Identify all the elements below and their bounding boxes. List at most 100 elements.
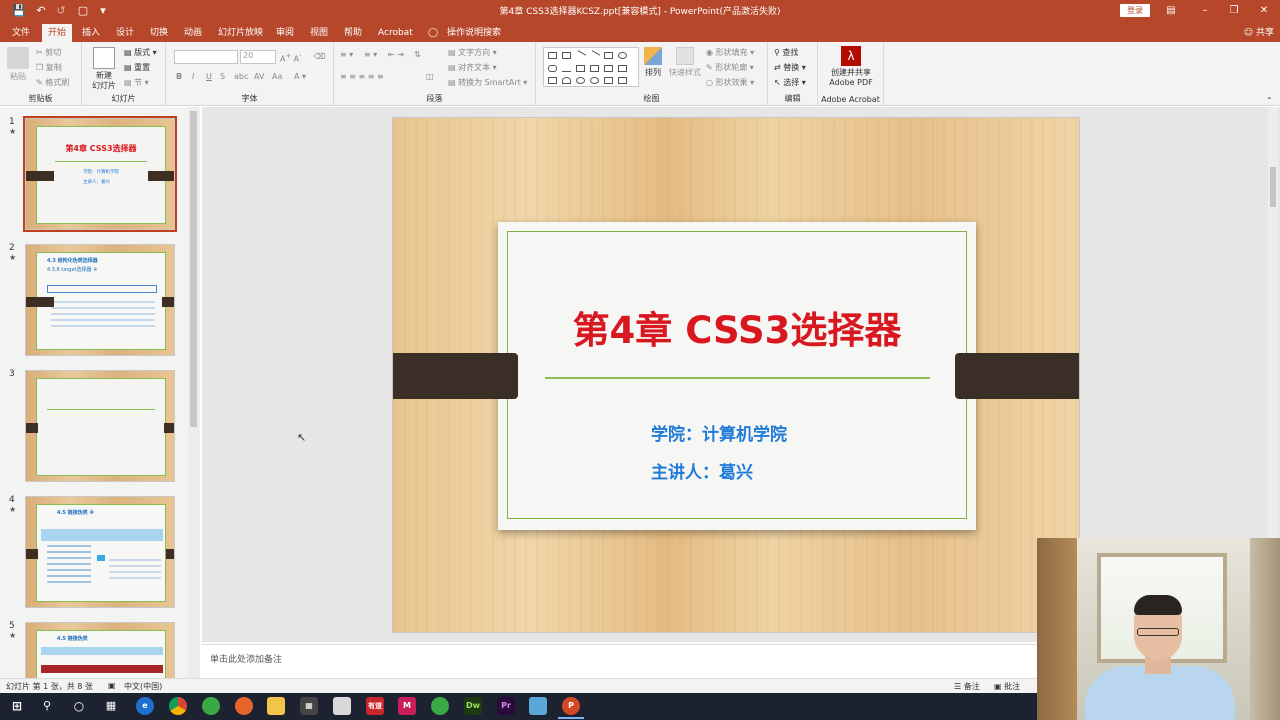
- find-button[interactable]: ⚲ 查找: [774, 47, 798, 58]
- cut-button[interactable]: ✂ 剪切: [36, 47, 61, 58]
- shape-down-arrow[interactable]: [618, 65, 627, 72]
- task-view-icon[interactable]: ▦: [102, 697, 120, 715]
- underline-button[interactable]: U: [206, 72, 212, 81]
- premiere-icon[interactable]: Pr: [497, 697, 515, 715]
- tab-slideshow[interactable]: 幻灯片放映: [212, 24, 269, 42]
- shape-effects-button[interactable]: ○ 形状效果 ▾: [706, 77, 754, 88]
- shape-triangle[interactable]: [562, 65, 571, 72]
- tab-design[interactable]: 设计: [110, 24, 140, 42]
- slide-college[interactable]: 学院：计算机学院: [651, 420, 787, 445]
- shape-more[interactable]: [618, 77, 627, 84]
- font-color-button[interactable]: A ▾: [294, 72, 306, 81]
- change-case-button[interactable]: Aa: [272, 72, 282, 81]
- tab-home[interactable]: 开始: [42, 24, 73, 42]
- collapse-ribbon-icon[interactable]: ⌃: [1266, 96, 1273, 105]
- new-slide-button[interactable]: 新建 幻灯片: [88, 47, 120, 91]
- slide-thumbnail-1[interactable]: 第4章 CSS3选择器 学院：计算机学院 主讲人：葛兴: [23, 116, 177, 232]
- youdao-icon[interactable]: 有道: [366, 697, 384, 715]
- current-slide[interactable]: 第4章 CSS3选择器 学院：计算机学院 主讲人：葛兴: [392, 117, 1080, 633]
- tell-me-search[interactable]: ◯ 操作说明搜索: [428, 24, 501, 42]
- bold-button[interactable]: B: [176, 72, 182, 81]
- shape-right-arrow[interactable]: [604, 65, 613, 72]
- cortana-icon[interactable]: ○: [70, 697, 88, 715]
- tab-view[interactable]: 视图: [304, 24, 334, 42]
- shape-oval[interactable]: [618, 52, 627, 59]
- shape-rectangle[interactable]: [604, 52, 613, 59]
- tab-transitions[interactable]: 切换: [144, 24, 174, 42]
- scrollbar-thumb[interactable]: [190, 111, 197, 427]
- tab-review[interactable]: 审阅: [270, 24, 300, 42]
- tab-insert[interactable]: 插入: [76, 24, 106, 42]
- shape-brace[interactable]: [604, 77, 613, 84]
- numbering-icon[interactable]: ≡ ▾: [364, 50, 377, 59]
- align-buttons[interactable]: ≡ ≡ ≡ ≡ ≡: [340, 72, 384, 81]
- shadow-button[interactable]: S: [220, 72, 225, 81]
- slide-thumbnail-4[interactable]: 4.5 链接伪类 ※: [25, 496, 175, 608]
- slide-title[interactable]: 第4章 CSS3选择器: [498, 300, 976, 354]
- shape-rounded-rect[interactable]: [548, 65, 557, 72]
- smartart-button[interactable]: ▤ 转换为 SmartArt ▾: [448, 77, 527, 88]
- restore-icon[interactable]: ❐: [1222, 2, 1246, 20]
- quick-styles-button[interactable]: 快速样式: [668, 47, 702, 78]
- line-spacing-icon[interactable]: ⇅: [414, 50, 421, 59]
- slide-thumbnail-3[interactable]: [25, 370, 175, 482]
- create-share-pdf-button[interactable]: λ 创建并共享 Adobe PDF: [822, 46, 880, 88]
- grow-font-button[interactable]: A+ A-: [280, 52, 301, 64]
- 360-browser-icon[interactable]: [202, 697, 220, 715]
- clear-formatting-icon[interactable]: ⌫: [314, 52, 325, 61]
- bullets-icon[interactable]: ≡ ▾: [340, 50, 353, 59]
- main-scrollbar-thumb[interactable]: [1270, 167, 1276, 207]
- format-painter-button[interactable]: ✎ 格式刷: [36, 77, 69, 88]
- search-icon[interactable]: ⚲: [38, 697, 56, 715]
- login-button[interactable]: 登录: [1120, 4, 1150, 17]
- tab-animations[interactable]: 动画: [178, 24, 208, 42]
- strikethrough-button[interactable]: abc: [234, 72, 248, 81]
- shape-arrow[interactable]: [588, 50, 601, 61]
- slide-lecturer[interactable]: 主讲人：葛兴: [651, 458, 753, 483]
- shape-arc[interactable]: [562, 77, 571, 84]
- close-icon[interactable]: ✕: [1252, 2, 1276, 20]
- firefox-icon[interactable]: [235, 697, 253, 715]
- shape-curve[interactable]: [576, 77, 585, 84]
- font-size-combo[interactable]: 20: [240, 50, 276, 64]
- shapes-gallery[interactable]: [543, 47, 639, 87]
- notes-toggle[interactable]: ☰ 备注: [954, 681, 980, 692]
- windows-start-icon[interactable]: ⊞: [8, 697, 26, 715]
- replace-button[interactable]: ⇄ 替换 ▾: [774, 62, 806, 73]
- green-app-icon[interactable]: [431, 697, 449, 715]
- tab-help[interactable]: 帮助: [338, 24, 368, 42]
- shape-textbox[interactable]: [548, 52, 557, 59]
- shape-star[interactable]: [548, 77, 557, 84]
- slide-thumbnail-5[interactable]: 4.5 链接伪类: [25, 622, 175, 678]
- select-button[interactable]: ↖ 选择 ▾: [774, 77, 806, 88]
- layout-button[interactable]: ▤ 版式 ▾: [124, 47, 157, 58]
- shape-elbow-arrow[interactable]: [590, 65, 599, 72]
- comments-toggle[interactable]: ▣ 批注: [994, 681, 1020, 692]
- shape-outline-button[interactable]: ✎ 形状轮廓 ▾: [706, 62, 754, 73]
- section-button[interactable]: ▤ 节 ▾: [124, 77, 149, 88]
- arrange-button[interactable]: 排列: [642, 47, 664, 78]
- thumbnail-scrollbar[interactable]: [188, 107, 200, 678]
- calculator-icon[interactable]: ▦: [300, 697, 318, 715]
- chrome-icon[interactable]: [169, 697, 187, 715]
- dreamweaver-icon[interactable]: Dw: [464, 697, 482, 715]
- notes-pane[interactable]: 单击此处添加备注: [202, 644, 1037, 678]
- document-tool-icon[interactable]: [333, 697, 351, 715]
- language-indicator[interactable]: 中文(中国): [124, 681, 162, 692]
- minimize-icon[interactable]: –: [1193, 2, 1217, 20]
- align-text-button[interactable]: ▤ 对齐文本 ▾: [448, 62, 497, 73]
- spell-check-icon[interactable]: ▣: [108, 681, 116, 690]
- app-m-icon[interactable]: M: [398, 697, 416, 715]
- powerpoint-icon[interactable]: P: [558, 697, 584, 719]
- char-spacing-button[interactable]: AV: [254, 72, 264, 81]
- shape-elbow[interactable]: [576, 65, 585, 72]
- font-name-combo[interactable]: [174, 50, 238, 64]
- paste-button[interactable]: 粘贴: [6, 47, 30, 82]
- shape-freeform[interactable]: [590, 77, 599, 84]
- tab-acrobat[interactable]: Acrobat: [372, 24, 419, 42]
- columns-icon[interactable]: ◫: [426, 72, 434, 81]
- text-direction-button[interactable]: ▤ 文字方向 ▾: [448, 47, 497, 58]
- ribbon-display-options-icon[interactable]: ▤: [1159, 2, 1183, 20]
- file-explorer-icon[interactable]: [267, 697, 285, 715]
- shape-fill-button[interactable]: ◉ 形状填充 ▾: [706, 47, 754, 58]
